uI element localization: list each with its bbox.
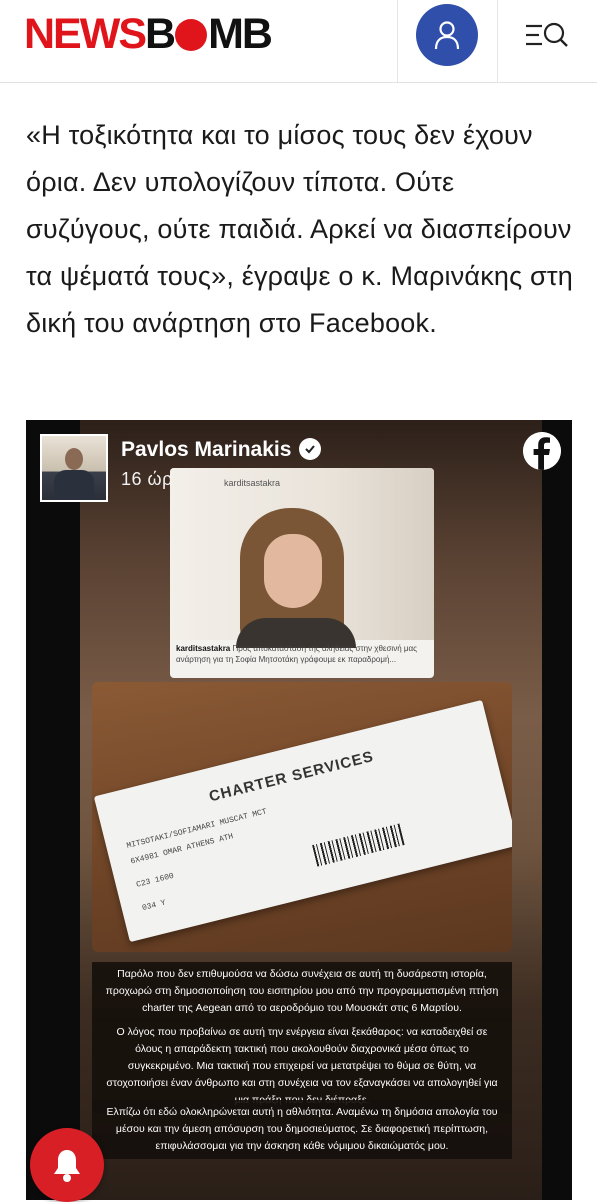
ticket-photo: CHARTER SERVICES MITSOTAKI/SOFIAMARI MUS… [92, 682, 512, 952]
logo-bomb-icon [175, 19, 208, 51]
poster-name: Pavlos Marinakis [121, 438, 292, 461]
ticket-title: CHARTER SERVICES [207, 748, 376, 806]
user-account-button[interactable] [416, 4, 478, 66]
article-paragraph: «Η τοξικότητα και το μίσος τους δεν έχου… [26, 120, 573, 338]
logo-news: NEWS [24, 9, 147, 58]
story-text-block: Παρόλο που δεν επιθυμούσα να δώσω συνέχε… [92, 962, 512, 1021]
menu-search-icon [526, 22, 568, 47]
story-text-block: Ελπίζω ότι εδώ ολοκληρώνεται αυτή η αθλι… [92, 1100, 512, 1159]
ticket-barcode [312, 823, 405, 867]
logo-bomb-b: B [145, 9, 176, 58]
logo-bomb: B MB [145, 9, 273, 59]
header-divider [497, 0, 498, 82]
menu-search-button[interactable] [516, 10, 578, 60]
image-right-bar [542, 420, 572, 1200]
verified-badge-icon [299, 438, 321, 460]
boarding-ticket: CHARTER SERVICES MITSOTAKI/SOFIAMARI MUS… [93, 699, 512, 943]
shared-photo-card: karditsastakra karditsastakra Προς αποκα… [170, 468, 434, 678]
ticket-row: 034 Y [141, 898, 167, 914]
facebook-icon [523, 432, 561, 470]
site-logo[interactable]: NEWS B MB [24, 9, 273, 59]
photo-face [264, 534, 322, 608]
notifications-button[interactable] [30, 1128, 104, 1202]
caption-handle: karditsastakra [176, 644, 231, 653]
poster-avatar [40, 434, 108, 502]
embedded-post-image: Pavlos Marinakis 16 ώρες πριν karditsast… [26, 420, 572, 1200]
avatar-head [65, 448, 83, 470]
photo-handle: karditsastakra [224, 478, 281, 488]
avatar-body [54, 470, 94, 500]
user-icon [434, 21, 460, 50]
image-left-bar [26, 420, 80, 1200]
bell-icon [54, 1150, 80, 1182]
header-divider [397, 0, 398, 82]
ticket-row: C23 1600 [135, 871, 175, 890]
site-header: NEWS B MB [0, 0, 597, 83]
photo-caption: karditsastakra Προς αποκατάσταση της αλή… [176, 643, 428, 665]
logo-bomb-mb: MB [208, 9, 273, 58]
